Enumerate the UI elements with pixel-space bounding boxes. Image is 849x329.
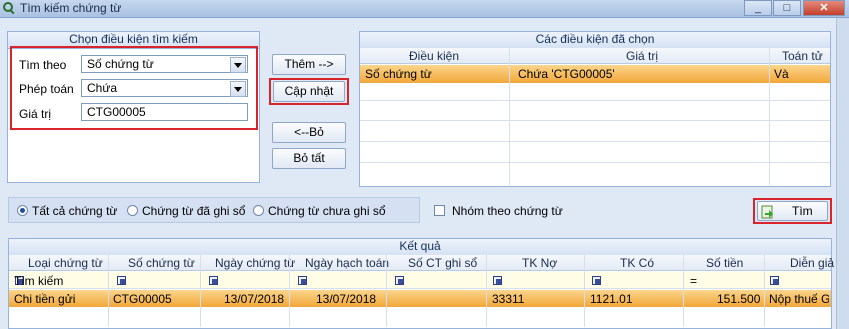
close-button[interactable]: ✕: [803, 0, 845, 16]
column-header[interactable]: Ngày chứng từ: [215, 256, 295, 270]
column-header[interactable]: Ngày hạch toán: [305, 256, 389, 270]
operator-value: Chứa: [87, 81, 118, 95]
radio-posted-label[interactable]: Chứng từ đã ghi sổ: [142, 204, 245, 218]
column-header[interactable]: Giá trị: [626, 49, 658, 63]
column-header[interactable]: TK Có: [620, 256, 654, 270]
remove-all-button[interactable]: Bỏ tất: [272, 148, 346, 169]
filter-icon[interactable]: [298, 276, 307, 285]
search-button-label: Tìm: [792, 204, 813, 218]
grid-divider: [108, 255, 109, 327]
chevron-down-icon[interactable]: [230, 57, 246, 73]
filter-icon[interactable]: [117, 276, 126, 285]
value-input-text: CTG00005: [87, 105, 146, 119]
remove-button[interactable]: <--Bỏ: [272, 122, 346, 143]
column-header[interactable]: Số CT ghi sổ: [408, 256, 477, 270]
grid-divider: [360, 100, 830, 101]
filter-icon[interactable]: [592, 276, 601, 285]
grid-divider: [289, 255, 290, 327]
update-button[interactable]: Cập nhật: [273, 81, 345, 102]
search-icon: [761, 205, 775, 219]
value-cell: Chứa 'CTG00005': [518, 67, 615, 81]
grid-divider: [200, 255, 201, 327]
value-label: Giá trị: [19, 107, 52, 121]
column-header[interactable]: Điều kiện: [409, 49, 459, 63]
operator-select[interactable]: Chứa: [81, 79, 248, 97]
title-bar: [0, 0, 849, 18]
grid-divider: [486, 255, 487, 327]
add-button[interactable]: Thêm -->: [272, 54, 346, 75]
minimize-button[interactable]: _: [744, 0, 772, 16]
grid-divider: [584, 255, 585, 327]
find-by-select[interactable]: Số chứng từ: [81, 55, 248, 73]
credit-account-cell: 1121.01: [590, 292, 633, 306]
filter-icon[interactable]: [770, 276, 779, 285]
radio-unposted-label[interactable]: Chứng từ chưa ghi sổ: [268, 204, 386, 218]
selected-header: Các điều kiện đã chọn: [360, 32, 830, 49]
search-button[interactable]: Tìm: [757, 201, 828, 221]
post-date-cell: 13/07/2018: [316, 292, 377, 306]
filter-row-label: Tìm kiếm: [14, 274, 64, 288]
chevron-down-icon[interactable]: [230, 81, 246, 97]
app-icon: [2, 1, 16, 15]
column-header[interactable]: TK Nợ: [522, 256, 557, 270]
column-header[interactable]: Toán tử: [782, 49, 823, 63]
operator-cell: Và: [774, 67, 789, 81]
window-title: Tìm kiếm chứng từ: [20, 1, 122, 15]
doc-date-cell: 13/07/2018: [224, 292, 285, 306]
grid-divider: [360, 120, 830, 121]
filter-row[interactable]: [9, 272, 831, 289]
amount-cell: 151.500: [717, 292, 761, 306]
debit-account-cell: 33311: [492, 292, 525, 306]
column-header[interactable]: Loại chứng từ: [28, 256, 103, 270]
group-by-label[interactable]: Nhóm theo chứng từ: [452, 204, 563, 218]
grid-divider: [509, 48, 510, 185]
filter-icon[interactable]: [493, 276, 502, 285]
radio-all[interactable]: [17, 205, 28, 216]
group-by-checkbox[interactable]: [434, 205, 445, 216]
doc-type-cell: Chi tiền gửi: [14, 292, 76, 306]
doc-number-cell: CTG00005: [113, 292, 172, 306]
find-by-label: Tìm theo: [19, 58, 67, 72]
maximize-button[interactable]: □: [773, 0, 801, 16]
grid-divider: [764, 255, 765, 327]
value-input[interactable]: CTG00005: [81, 103, 248, 121]
window-edge: [836, 18, 849, 329]
column-header[interactable]: Số tiền: [706, 256, 743, 270]
find-by-value: Số chứng từ: [87, 57, 154, 71]
radio-unposted[interactable]: [253, 205, 264, 216]
grid-divider: [683, 255, 684, 327]
results-header: Kết quả: [9, 239, 831, 256]
grid-divider: [360, 141, 830, 142]
grid-divider: [769, 48, 770, 185]
radio-all-label[interactable]: Tất cả chứng từ: [32, 204, 117, 218]
column-header[interactable]: Số chứng từ: [128, 256, 195, 270]
radio-posted[interactable]: [127, 205, 138, 216]
operator-label: Phép toán: [19, 82, 74, 96]
grid-divider: [360, 162, 830, 163]
description-cell: Nộp thuế GT: [769, 292, 829, 306]
filter-icon[interactable]: [209, 276, 218, 285]
filter-icon[interactable]: [395, 276, 404, 285]
filter-equals: =: [690, 274, 698, 288]
grid-divider: [386, 255, 387, 327]
condition-cell: Số chứng từ: [365, 67, 432, 81]
column-header[interactable]: Diễn giả: [790, 256, 834, 270]
